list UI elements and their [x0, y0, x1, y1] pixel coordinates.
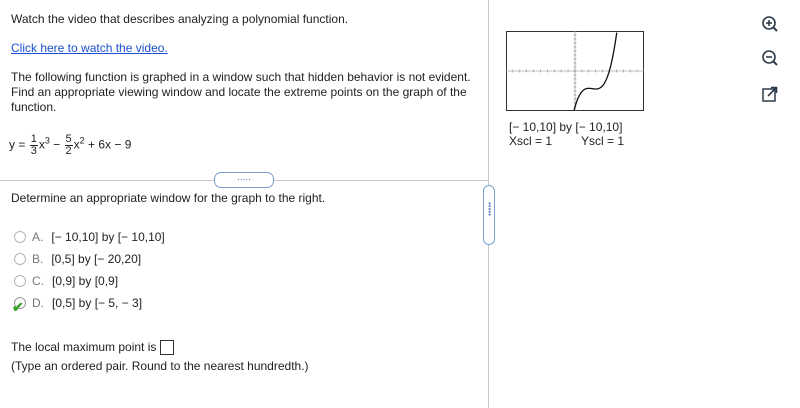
expand-handle[interactable]: .....	[214, 172, 274, 188]
radio-a[interactable]	[14, 231, 26, 243]
option-c[interactable]: C. [0,9] by [0,9]	[14, 270, 165, 292]
radio-b[interactable]	[14, 253, 26, 265]
answer-input[interactable]	[160, 340, 175, 356]
graph-yscl: Yscl = 1	[581, 134, 625, 148]
fraction-one-third: 13	[29, 133, 38, 157]
question-text: Determine an appropriate window for the …	[11, 191, 326, 205]
zoom-out-icon[interactable]	[760, 48, 780, 68]
equation-y: y =	[9, 137, 26, 152]
fraction-five-halves: 52	[64, 133, 73, 157]
graph-xscl: Xscl = 1	[509, 134, 553, 148]
radio-d[interactable]: ✔	[12, 297, 26, 315]
radio-c[interactable]	[14, 275, 26, 287]
watch-video-link[interactable]: Click here to watch the video.	[11, 41, 168, 55]
zoom-in-icon[interactable]	[760, 14, 780, 34]
answer-note: (Type an ordered pair. Round to the near…	[11, 359, 309, 373]
checkmark-icon: ✔	[12, 299, 24, 315]
option-d[interactable]: ✔ D. [0,5] by [− 5, − 3]	[12, 292, 165, 315]
function-graph	[506, 31, 644, 111]
options-list: A. [− 10,10] by [− 10,10] B. [0,5] by [−…	[12, 226, 165, 315]
video-instruction: Watch the video that describes analyzing…	[11, 12, 349, 26]
option-a[interactable]: A. [− 10,10] by [− 10,10]	[14, 226, 165, 248]
equation-rest: + 6x − 9	[88, 137, 132, 152]
open-external-icon[interactable]	[760, 84, 780, 104]
answer-line: The local maximum point is	[11, 340, 175, 356]
problem-statement: The following function is graphed in a w…	[11, 70, 471, 114]
graph-window-label: [− 10,10] by [− 10,10]	[509, 120, 623, 134]
function-equation: y = 1 3 x3 − 5 2 x2 + 6x − 9	[9, 133, 132, 157]
resize-handle[interactable]: •••••	[483, 185, 495, 245]
answer-prompt: The local maximum point is	[11, 340, 157, 354]
option-b[interactable]: B. [0,5] by [− 20,20]	[14, 248, 165, 270]
